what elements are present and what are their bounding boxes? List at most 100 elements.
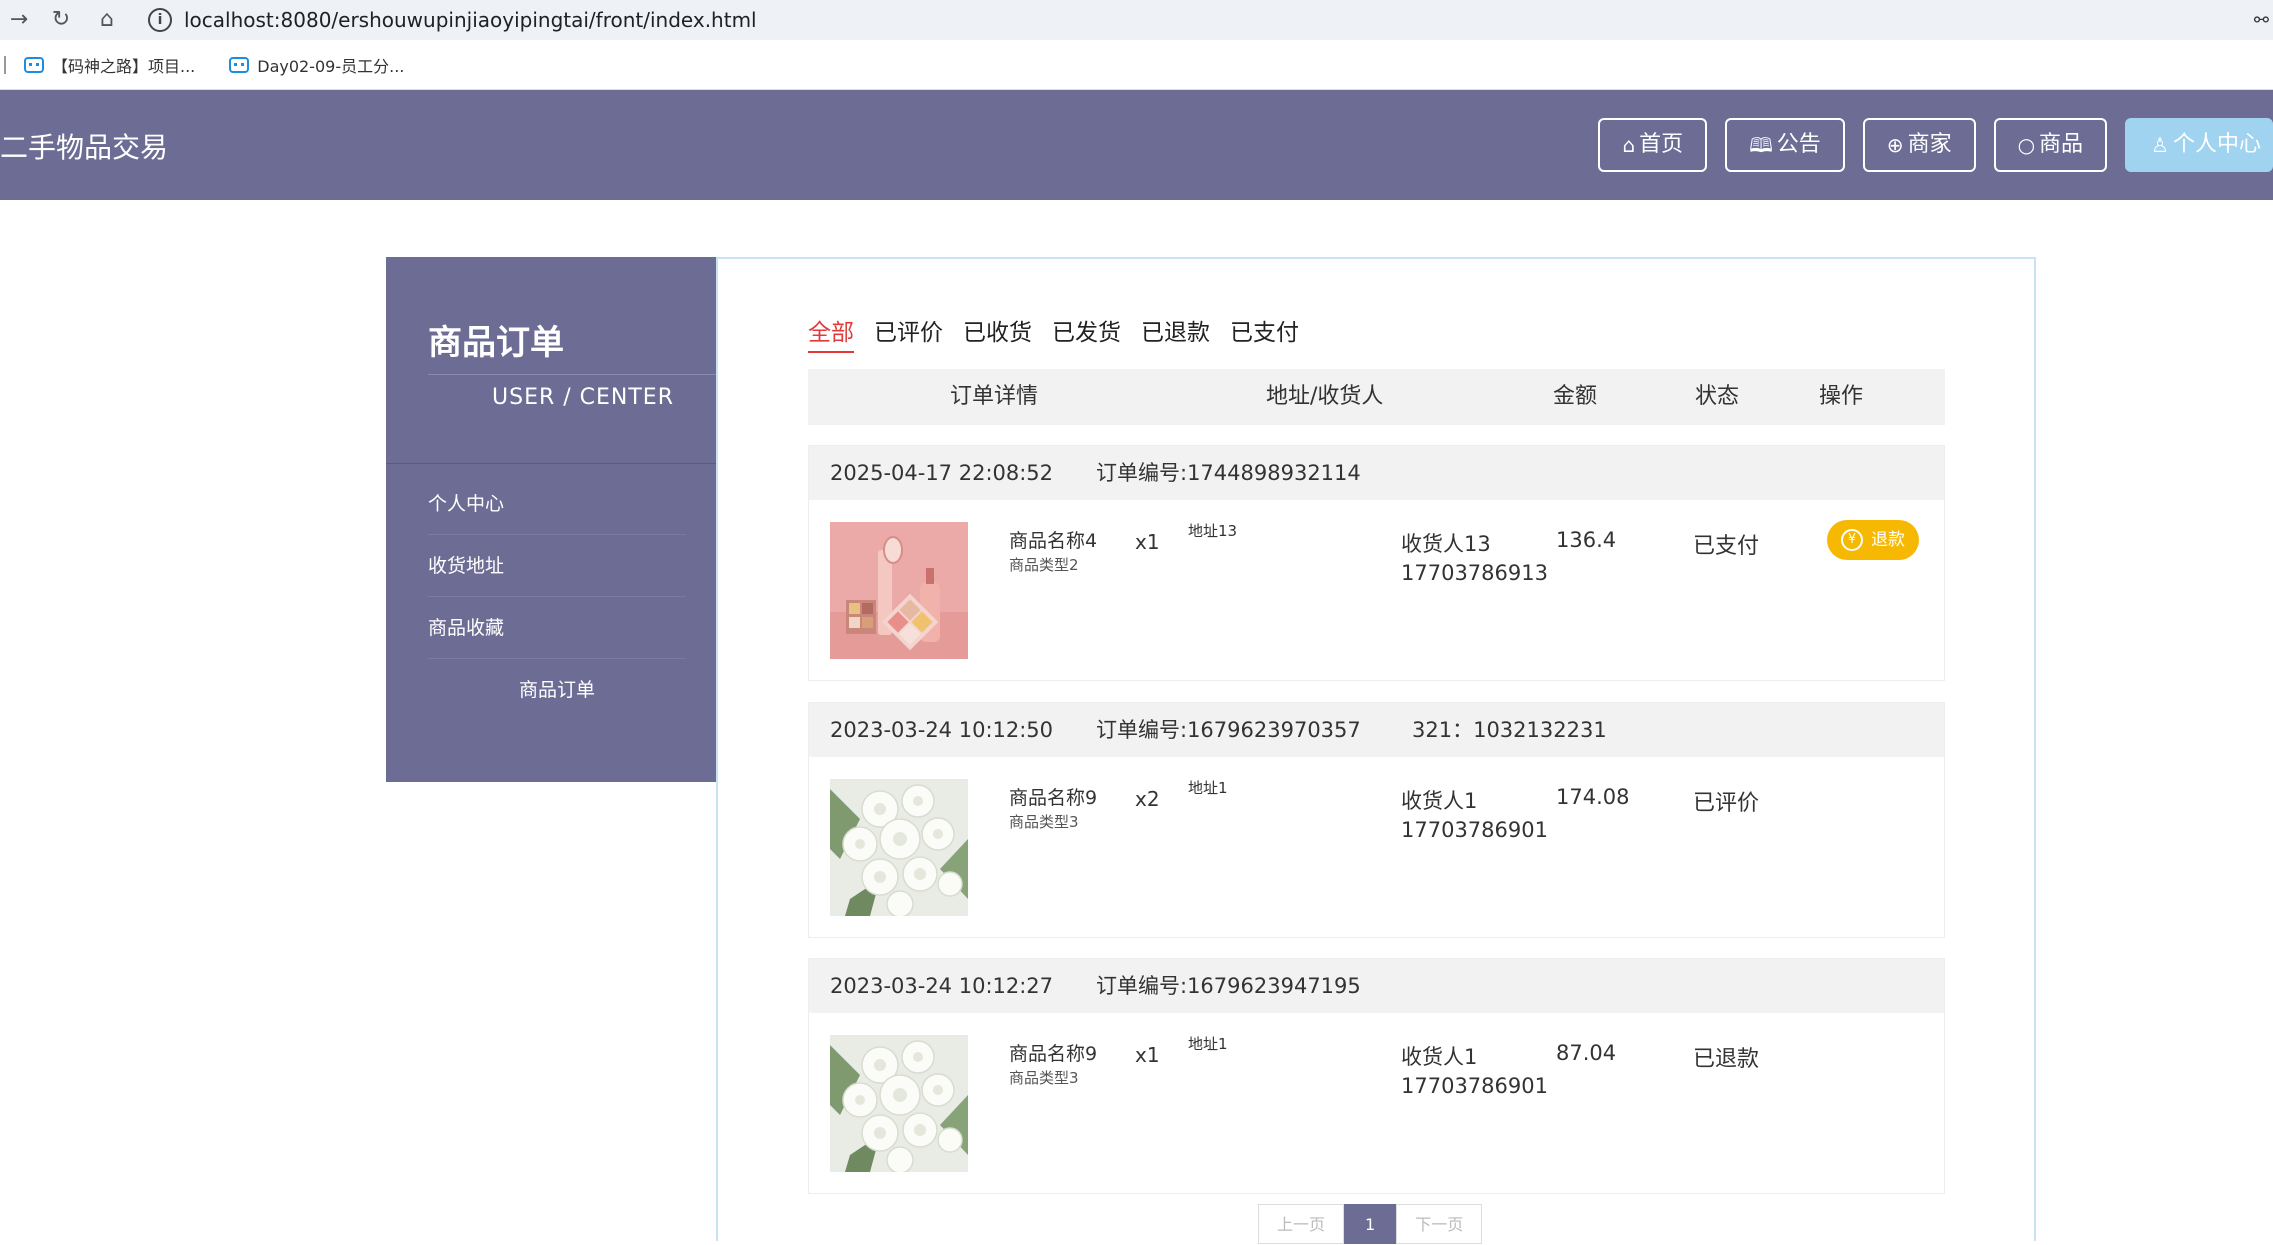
product-quantity: x1 xyxy=(1135,530,1160,554)
yen-icon: ¥ xyxy=(1841,529,1863,551)
product-name[interactable]: 商品名称9 xyxy=(1009,783,1097,810)
url-field[interactable]: localhost:8080/ershouwupinjiaoyipingtai/… xyxy=(184,6,757,34)
site-header: 二手物品交易 ⌂ 首页 🕮 公告 ⊕ 商家 ○ 商品 ♙ 个人中心 xyxy=(0,90,2273,200)
tab-shipped[interactable]: 已发货 xyxy=(1052,313,1121,353)
receiver-name: 收货人1 xyxy=(1401,1045,1478,1069)
orders-panel: 全部 已评价 已收货 已发货 已退款 已支付 订单详情 地址/收货人 金额 状态… xyxy=(716,257,2036,1244)
extension-icon[interactable]: ⚯ xyxy=(2254,10,2269,31)
page-number-button[interactable]: 1 xyxy=(1344,1204,1397,1244)
order-amount: 174.08 xyxy=(1556,785,1630,809)
header-action: 操作 xyxy=(1819,384,1864,409)
order-status: 已退款 xyxy=(1693,1047,1760,1072)
tab-received[interactable]: 已收货 xyxy=(963,313,1032,353)
bilibili-icon xyxy=(24,57,44,73)
bookmark-label: Day02-09-员工分... xyxy=(257,57,405,76)
product-thumbnail-flowers[interactable] xyxy=(830,1035,968,1172)
tab-all[interactable]: 全部 xyxy=(808,313,854,353)
nav-label: 公告 xyxy=(1776,132,1821,157)
order-status: 已评价 xyxy=(1693,791,1760,816)
product-name[interactable]: 商品名称4 xyxy=(1009,526,1097,553)
product-name[interactable]: 商品名称9 xyxy=(1009,1039,1097,1066)
order-address: 地址13 xyxy=(1188,522,1238,540)
receiver-name: 收货人1 xyxy=(1401,789,1478,813)
order-table-header: 订单详情 地址/收货人 金额 状态 操作 xyxy=(808,369,1945,425)
nav-label: 商家 xyxy=(1907,132,1952,157)
sidebar-item-user-center[interactable]: 个人中心 xyxy=(428,473,686,535)
bookmark-item[interactable]: 【码神之路】项目... xyxy=(24,53,195,77)
sidebar-divider xyxy=(428,374,716,375)
sidebar-divider xyxy=(386,463,716,464)
receiver-phone: 17703786913 xyxy=(1401,561,1548,585)
reload-icon[interactable]: ↻ xyxy=(46,6,76,34)
refund-label: 退款 xyxy=(1871,530,1905,550)
sidebar-item-orders[interactable]: 商品订单 xyxy=(428,659,686,721)
pagination: 上一页 1 下一页 xyxy=(1258,1204,1483,1244)
order-card: 2025-04-17 22:08:52 订单编号:1744898932114 商… xyxy=(808,445,1945,681)
browser-chrome: → ↻ ⌂ i localhost:8080/ershouwupinjiaoyi… xyxy=(0,0,2273,90)
product-thumbnail-flowers[interactable] xyxy=(830,779,968,916)
tab-refunded[interactable]: 已退款 xyxy=(1141,313,1210,353)
nav-merchant-button[interactable]: ⊕ 商家 xyxy=(1862,118,1976,172)
bookmarks-bar: 【码神之路】项目... Day02-09-员工分... xyxy=(0,48,404,82)
nav-goods-button[interactable]: ○ 商品 xyxy=(1993,118,2108,172)
tab-paid[interactable]: 已支付 xyxy=(1230,313,1299,353)
product-type: 商品类型3 xyxy=(1009,813,1079,831)
prev-page-button[interactable]: 上一页 xyxy=(1258,1204,1345,1244)
nav-label: 个人中心 xyxy=(2172,132,2261,157)
order-extra-info: 321：1032132231 xyxy=(1412,718,1607,742)
sidebar-subtitle: USER / CENTER xyxy=(492,385,674,410)
nav-label: 首页 xyxy=(1639,132,1684,157)
tab-reviewed[interactable]: 已评价 xyxy=(874,313,943,353)
order-card: 2023-03-24 10:12:50 订单编号:1679623970357 3… xyxy=(808,702,1945,938)
order-time: 2023-03-24 10:12:27 xyxy=(830,974,1054,998)
order-address: 地址1 xyxy=(1188,779,1228,797)
receiver-phone: 17703786901 xyxy=(1401,818,1548,842)
user-icon: ♙ xyxy=(2151,133,2169,157)
globe-icon: ⊕ xyxy=(1886,133,1904,157)
refund-button[interactable]: ¥ 退款 xyxy=(1827,520,1919,560)
order-card-header: 2025-04-17 22:08:52 订单编号:1744898932114 xyxy=(809,446,1944,500)
forward-arrow-icon[interactable]: → xyxy=(4,6,34,34)
bilibili-icon xyxy=(229,57,250,73)
home-icon: ⌂ xyxy=(1622,133,1636,157)
order-number: 订单编号:1744898932114 xyxy=(1096,461,1361,485)
order-number: 订单编号:1679623970357 xyxy=(1096,718,1361,742)
bookmark-item[interactable]: Day02-09-员工分... xyxy=(229,53,404,77)
order-status-tabs: 全部 已评价 已收货 已发货 已退款 已支付 xyxy=(808,313,1319,353)
product-quantity: x2 xyxy=(1135,787,1160,811)
sidebar-title: 商品订单 xyxy=(428,323,564,363)
order-time: 2025-04-17 22:08:52 xyxy=(830,461,1054,485)
nav-notice-button[interactable]: 🕮 公告 xyxy=(1725,118,1845,172)
header-address: 地址/收货人 xyxy=(1266,384,1384,409)
nav-home-button[interactable]: ⌂ 首页 xyxy=(1598,118,1708,172)
nav-user-center-button[interactable]: ♙ 个人中心 xyxy=(2125,118,2273,172)
address-bar-row: → ↻ ⌂ i localhost:8080/ershouwupinjiaoyi… xyxy=(0,0,2273,40)
sidebar-item-address[interactable]: 收货地址 xyxy=(428,535,686,597)
product-type: 商品类型3 xyxy=(1009,1069,1079,1087)
circle-icon: ○ xyxy=(2017,133,2036,157)
order-status: 已支付 xyxy=(1693,534,1760,559)
sidebar-item-favorites[interactable]: 商品收藏 xyxy=(428,597,686,659)
receiver-phone: 17703786901 xyxy=(1401,1074,1548,1098)
home-icon[interactable]: ⌂ xyxy=(92,6,122,34)
next-page-button[interactable]: 下一页 xyxy=(1396,1204,1483,1244)
book-icon: 🕮 xyxy=(1749,133,1773,157)
bookmark-label: 【码神之路】项目... xyxy=(52,57,196,76)
product-thumbnail-cosmetics[interactable] xyxy=(830,522,968,659)
order-address: 地址1 xyxy=(1188,1035,1228,1053)
site-info-icon[interactable]: i xyxy=(148,8,172,32)
receiver-name: 收货人13 xyxy=(1401,532,1491,556)
order-amount: 136.4 xyxy=(1556,528,1617,552)
header-detail: 订单详情 xyxy=(950,384,1039,409)
product-type: 商品类型2 xyxy=(1009,556,1079,574)
order-number: 订单编号:1679623947195 xyxy=(1096,974,1361,998)
top-nav: ⌂ 首页 🕮 公告 ⊕ 商家 ○ 商品 ♙ 个人中心 xyxy=(1580,118,2273,172)
user-sidebar: 商品订单 USER / CENTER 个人中心 收货地址 商品收藏 商品订单 xyxy=(386,257,716,782)
header-status: 状态 xyxy=(1695,384,1740,409)
order-card: 2023-03-24 10:12:27 订单编号:1679623947195 商… xyxy=(808,958,1945,1194)
order-card-header: 2023-03-24 10:12:50 订单编号:1679623970357 3… xyxy=(809,703,1944,757)
nav-label: 商品 xyxy=(2039,132,2084,157)
order-card-header: 2023-03-24 10:12:27 订单编号:1679623947195 xyxy=(809,959,1944,1013)
header-amount: 金额 xyxy=(1553,384,1598,409)
site-brand[interactable]: 二手物品交易 xyxy=(0,126,168,166)
